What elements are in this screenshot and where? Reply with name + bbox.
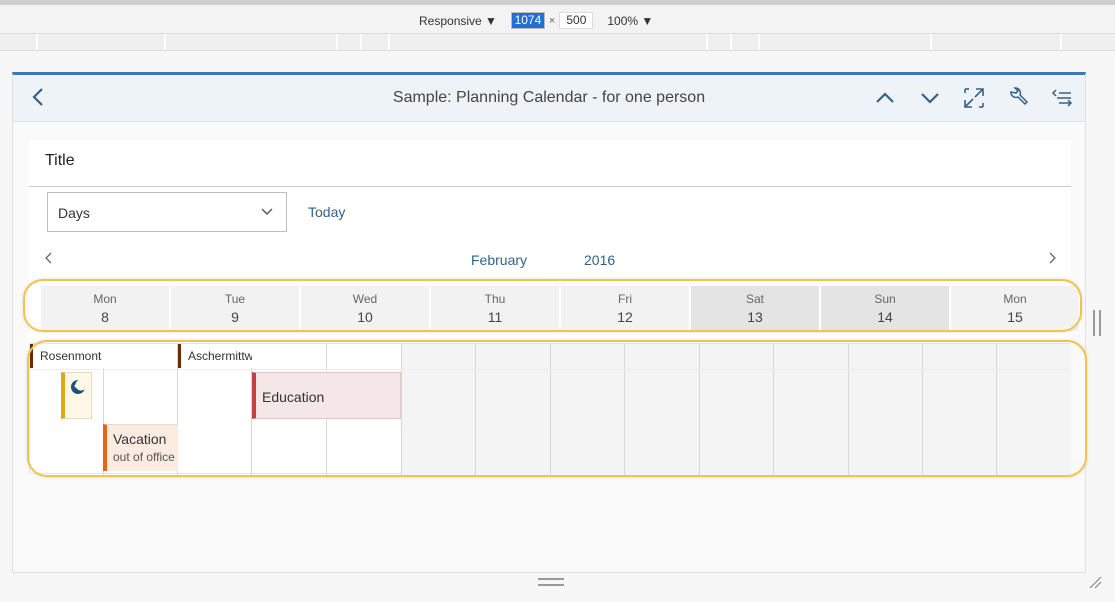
month-picker[interactable]: February	[471, 252, 527, 268]
corner-resize-icon[interactable]	[1088, 575, 1102, 589]
previous-arrow-icon[interactable]	[43, 251, 55, 265]
settings-list-icon[interactable]	[1051, 87, 1073, 109]
fullscreen-icon[interactable]	[963, 87, 985, 109]
year-picker[interactable]: 2016	[584, 252, 615, 268]
chevron-down-icon[interactable]	[919, 87, 941, 109]
divider	[29, 186, 1071, 187]
bottom-resize-handle[interactable]	[538, 578, 564, 586]
chevron-down-icon	[261, 208, 273, 215]
height-input[interactable]: 500	[559, 12, 594, 29]
chevron-up-icon[interactable]	[874, 87, 896, 109]
view-select[interactable]: Days	[47, 192, 287, 232]
zoom-label: 100%	[607, 13, 639, 28]
calendar-title: Title	[45, 152, 75, 169]
media-query-ruler	[0, 34, 1115, 51]
responsive-dropdown[interactable]: Responsive ▼	[419, 14, 497, 28]
next-arrow-icon[interactable]	[1046, 251, 1058, 265]
right-resize-handle[interactable]	[1093, 310, 1101, 336]
responsive-label: Responsive	[419, 13, 482, 28]
shell-bar: Sample: Planning Calendar - for one pers…	[13, 75, 1085, 122]
highlight-oval-grid	[27, 340, 1087, 477]
width-input[interactable]: 1074	[510, 12, 545, 29]
wrench-icon[interactable]	[1007, 87, 1029, 109]
device-toolbar: Responsive ▼ 1074 × 500 100% ▼	[419, 12, 653, 29]
zoom-dropdown[interactable]: 100% ▼	[607, 14, 653, 28]
view-select-value: Days	[58, 205, 90, 221]
devtools-toolbar: Responsive ▼ 1074 × 500 100% ▼	[0, 0, 1115, 34]
today-button[interactable]: Today	[308, 204, 345, 220]
highlight-oval-days	[23, 279, 1082, 332]
dimension-separator: ×	[548, 14, 556, 27]
